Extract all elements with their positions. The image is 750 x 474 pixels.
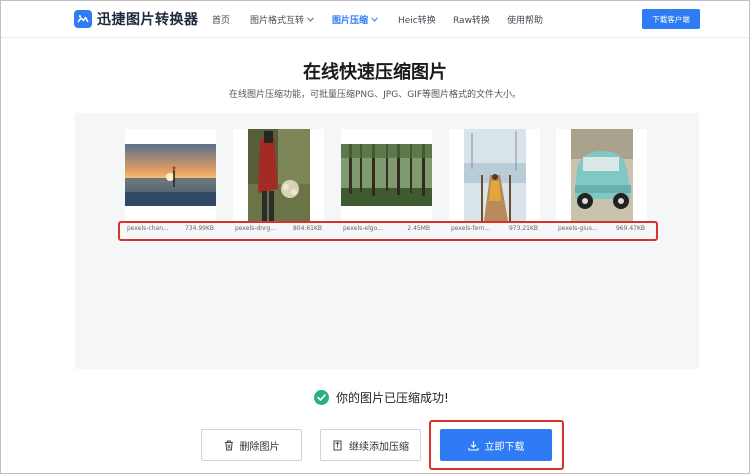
continue-add-button[interactable]: 继续添加压缩 <box>320 429 421 461</box>
red-dress-woman-photo <box>247 129 310 221</box>
delete-images-label: 删除图片 <box>239 441 280 453</box>
image-thumbnail[interactable] <box>449 129 540 221</box>
nav-home[interactable]: 首页 <box>212 13 230 26</box>
image-preview-area: pexels-chan... 734.99KB pexels-dnrg... 8… <box>75 113 699 369</box>
nav-help[interactable]: 使用帮助 <box>507 13 543 26</box>
download-client-button[interactable]: 下载客户端 <box>642 9 700 29</box>
nav-help-label: 使用帮助 <box>507 16 544 26</box>
chevron-down-icon <box>307 17 314 22</box>
nav-image-compress-label: 图片压缩 <box>332 16 369 26</box>
nav-raw-convert[interactable]: Raw转换 <box>453 13 490 26</box>
logo[interactable]: 迅捷图片转换器 <box>74 9 199 29</box>
logo-text: 迅捷图片转换器 <box>97 12 199 28</box>
check-circle-icon <box>314 390 329 405</box>
nav-heic-convert[interactable]: Heic转换 <box>398 13 436 26</box>
image-thumbnail[interactable] <box>233 129 324 221</box>
trash-icon <box>224 440 233 450</box>
nav-image-compress[interactable]: 图片压缩 <box>332 13 378 26</box>
picture-logo-icon <box>74 10 92 28</box>
delete-images-button[interactable]: 删除图片 <box>201 429 302 461</box>
page-title: 在线快速压缩图片 <box>303 62 447 83</box>
pier-woman-photo <box>463 129 526 221</box>
image-thumbnail[interactable] <box>125 129 216 221</box>
top-nav-bar: 迅捷图片转换器 首页 图片格式互转 图片压缩 Heic转换 Raw转换 使用帮助… <box>1 1 749 38</box>
page-subtitle: 在线图片压缩功能，可批量压缩PNG、JPG、GIF等图片格式的文件大小。 <box>229 90 521 100</box>
vintage-car-photo <box>570 129 633 221</box>
forest-photo <box>341 144 432 206</box>
nav-home-label: 首页 <box>212 16 231 26</box>
continue-add-label: 继续添加压缩 <box>349 441 409 453</box>
file-info-highlight-box <box>118 221 658 241</box>
nav-format-convert[interactable]: 图片格式互转 <box>250 13 314 26</box>
nav-format-convert-label: 图片格式互转 <box>250 16 305 26</box>
image-thumbnail[interactable] <box>341 129 432 221</box>
image-thumbnail[interactable] <box>556 129 647 221</box>
compress-success-status: 你的图片已压缩成功! <box>314 389 449 406</box>
add-file-icon <box>333 440 342 450</box>
nav-heic-convert-label: Heic转换 <box>398 16 436 26</box>
sunset-beach-photo <box>125 144 216 206</box>
chevron-down-icon <box>371 17 378 22</box>
nav-raw-convert-label: Raw转换 <box>453 16 490 26</box>
download-highlight-box <box>429 420 564 470</box>
success-message: 你的图片已压缩成功! <box>336 391 449 405</box>
